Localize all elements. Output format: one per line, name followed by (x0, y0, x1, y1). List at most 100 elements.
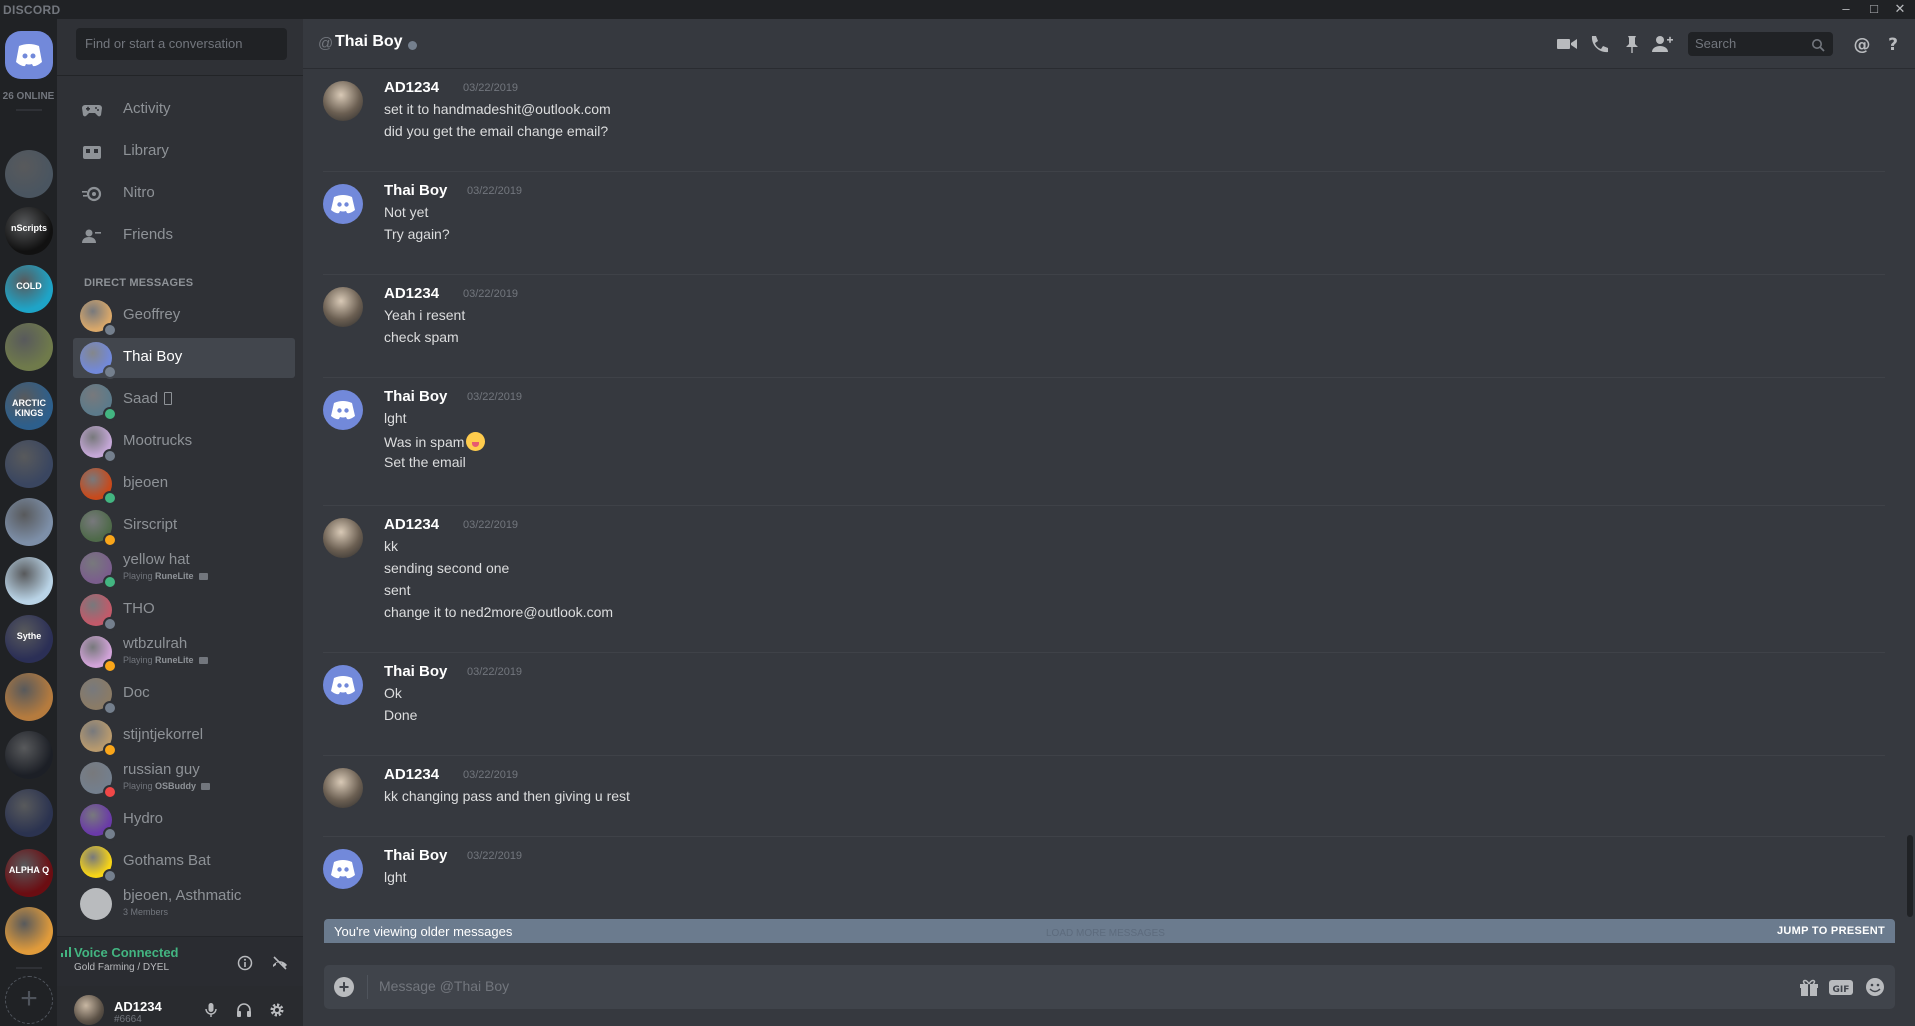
dm-item[interactable]: Thai Boy (73, 338, 295, 379)
dm-item[interactable]: Doc (73, 674, 295, 715)
presence-status-dot (408, 41, 417, 50)
discord-avatar-icon[interactable] (323, 390, 363, 430)
server-alpha[interactable]: ALPHA Q (5, 849, 53, 897)
rail-divider (16, 109, 42, 111)
message-author[interactable]: AD1234 (384, 285, 439, 302)
help-icon[interactable]: ? (1882, 34, 1904, 54)
user-avatar[interactable] (323, 768, 363, 808)
settings-gear-icon[interactable] (269, 1002, 285, 1018)
nav-nitro[interactable]: Nitro (73, 174, 283, 214)
message-divider (323, 652, 1885, 653)
discord-avatar-icon[interactable] (323, 184, 363, 224)
dm-activity: Playing RuneLite (123, 655, 208, 665)
message-author[interactable]: Thai Boy (384, 663, 447, 680)
nav-friends[interactable]: Friends (73, 216, 283, 256)
dm-item[interactable]: bjeoen (73, 464, 295, 505)
load-more-messages-link[interactable]: LOAD MORE MESSAGES (1046, 928, 1165, 939)
message-text: Not yet (384, 204, 428, 220)
message-text-content: lght (384, 869, 407, 885)
dm-item[interactable]: Sirscript (73, 506, 295, 547)
server-sythe[interactable]: Sythe (5, 615, 53, 663)
dm-item[interactable]: russian guy Playing OSBuddy (73, 758, 295, 799)
dm-item[interactable]: THO (73, 590, 295, 631)
dm-item[interactable]: Hydro (73, 800, 295, 841)
add-friend-icon[interactable] (1651, 34, 1673, 54)
message-author[interactable]: AD1234 (384, 766, 439, 783)
server-dark-ring[interactable] (5, 150, 53, 198)
dm-name: Sirscript (123, 516, 178, 533)
headphones-icon[interactable] (236, 1002, 252, 1018)
user-avatar[interactable] (323, 287, 363, 327)
server-nscripts[interactable]: nScripts (5, 207, 53, 255)
dm-item[interactable]: Saad (73, 380, 295, 421)
server-hut[interactable] (5, 907, 53, 955)
server-arctic-kings[interactable]: ARCTIC KINGS (5, 382, 53, 430)
message-text: Was in spam (384, 432, 486, 451)
mentions-icon[interactable]: @ (1851, 34, 1873, 54)
server-face[interactable] (5, 557, 53, 605)
voice-call-icon[interactable] (1588, 34, 1610, 54)
video-call-icon[interactable] (1556, 34, 1578, 54)
message-timestamp: 03/22/2019 (463, 769, 519, 781)
svg-text:@: @ (1854, 35, 1871, 54)
message-author[interactable]: Thai Boy (384, 847, 447, 864)
dm-item[interactable]: Gothams Bat (73, 842, 295, 883)
server-otter[interactable] (5, 498, 53, 546)
server-cold[interactable]: COLD (5, 265, 53, 313)
server-knights[interactable] (5, 789, 53, 837)
message-author[interactable]: AD1234 (384, 516, 439, 533)
svg-text:GIF: GIF (1833, 985, 1850, 995)
message-author[interactable]: AD1234 (384, 79, 439, 96)
message-group: AD1234 03/22/2019 kk sending second one sent… (323, 516, 1895, 632)
server-label: nScripts (10, 223, 47, 233)
message-group: Thai Boy 03/22/2019 Ok Done (323, 663, 1895, 735)
dm-item[interactable]: yellow hat Playing RuneLite (73, 548, 295, 589)
pin-icon[interactable] (1621, 34, 1643, 54)
upload-plus-button[interactable]: + (334, 977, 354, 997)
message-author[interactable]: Thai Boy (384, 182, 447, 199)
message-divider (323, 377, 1885, 378)
emoji-picker-icon[interactable] (1864, 977, 1886, 997)
gift-icon[interactable] (1798, 977, 1820, 997)
older-messages-bar: You're viewing older messages LOAD MORE … (324, 919, 1895, 943)
nav-library[interactable]: Library (73, 132, 283, 172)
jump-to-present-button[interactable]: JUMP TO PRESENT (1777, 925, 1885, 937)
message-text: did you get the email change email? (384, 123, 608, 139)
discord-logo-icon (16, 44, 42, 67)
minimize-icon[interactable]: – (1836, 1, 1856, 17)
message-text: set it to handmadeshit@outlook.com (384, 101, 611, 117)
dm-item[interactable]: Geoffrey (73, 296, 295, 337)
message-author[interactable]: Thai Boy (384, 388, 447, 405)
svg-text:?: ? (1888, 35, 1898, 54)
user-avatar[interactable] (74, 995, 104, 1025)
dm-item[interactable]: Mootrucks (73, 422, 295, 463)
voice-channel-label[interactable]: Gold Farming / DYEL (74, 962, 169, 973)
dm-item[interactable]: wtbzulrah Playing RuneLite (73, 632, 295, 673)
maximize-icon[interactable]: □ (1864, 1, 1884, 17)
nav-activity[interactable]: Activity (73, 90, 283, 130)
presence-status-dot (103, 827, 117, 841)
find-conversation-input[interactable]: Find or start a conversation (76, 28, 287, 60)
server-gorilla[interactable] (5, 440, 53, 488)
microphone-icon[interactable] (204, 1002, 218, 1018)
disconnect-icon[interactable] (271, 955, 289, 971)
discord-avatar-icon[interactable] (323, 849, 363, 889)
dm-item[interactable]: bjeoen, Asthmatic 3 Members (73, 884, 295, 924)
add-server-button[interactable]: + (5, 976, 53, 1024)
discord-avatar-icon[interactable] (323, 665, 363, 705)
message-text-content: check spam (384, 329, 459, 345)
gif-icon[interactable]: GIF (1828, 977, 1854, 997)
message-input[interactable]: Message @Thai Boy (379, 978, 509, 994)
dm-item[interactable]: stijntjekorrel (73, 716, 295, 757)
info-icon[interactable] (237, 955, 253, 971)
user-avatar[interactable] (323, 518, 363, 558)
home-button[interactable] (5, 31, 53, 79)
message-scrollbar[interactable] (1907, 835, 1913, 917)
dm-name: Thai Boy (123, 348, 183, 365)
server-batman[interactable] (5, 731, 53, 779)
close-icon[interactable]: ✕ (1890, 1, 1910, 17)
server-warrior[interactable] (5, 673, 53, 721)
user-avatar[interactable] (323, 81, 363, 121)
online-count: 26 ONLINE (2, 91, 55, 102)
server-palm[interactable] (5, 323, 53, 371)
